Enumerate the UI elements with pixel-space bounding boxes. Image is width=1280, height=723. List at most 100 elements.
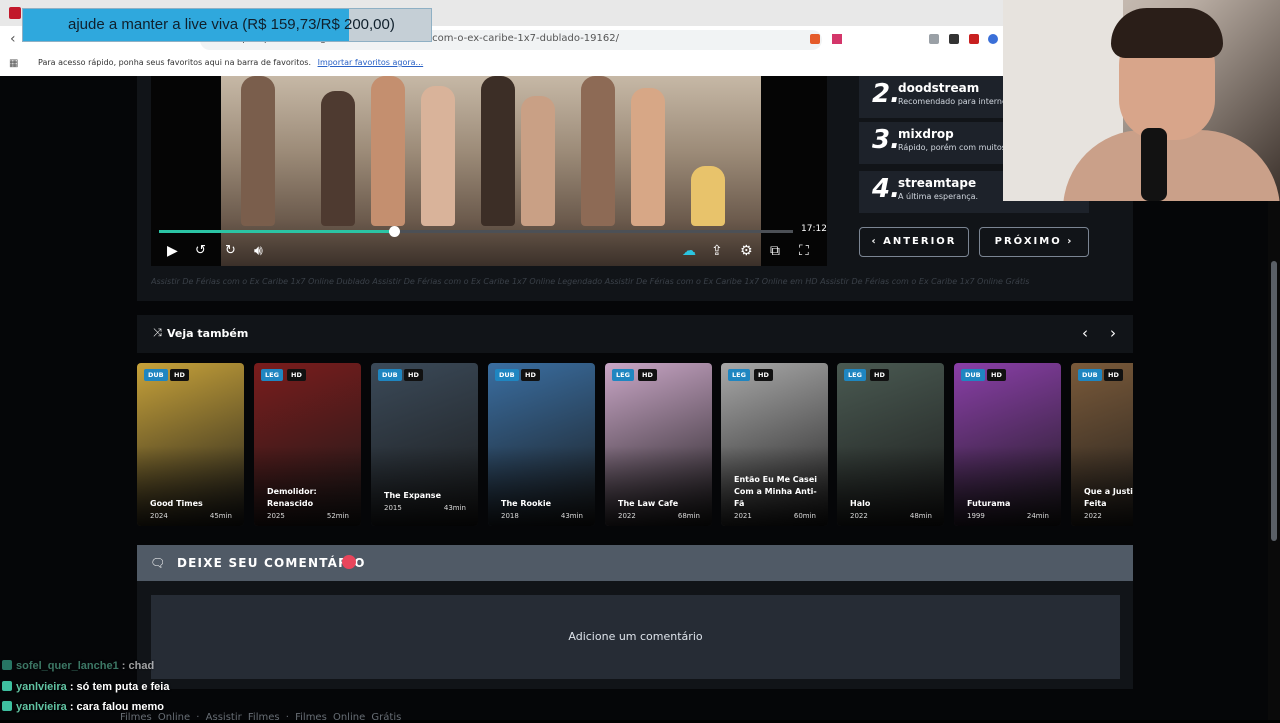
carousel-next-icon[interactable]: › <box>1110 324 1116 342</box>
card-year: 2022 <box>850 512 868 520</box>
previous-episode-button[interactable]: ‹ ANTERIOR <box>859 227 969 257</box>
brave-shield-icon[interactable] <box>810 34 820 44</box>
related-card[interactable]: DUB HD Que a Justiça Seja Feita 2022 <box>1071 363 1133 526</box>
video-figure <box>521 96 555 226</box>
volume-icon[interactable]: 🔊︎ <box>254 243 263 259</box>
chat-badge-icon <box>2 701 12 711</box>
chat-text: : chad <box>121 660 155 672</box>
share-icon[interactable]: ⇪ <box>711 243 723 259</box>
bookmark-hint: Para acesso rápido, ponha seus favoritos… <box>38 58 312 67</box>
fullscreen-icon[interactable]: ⛶ <box>799 243 809 259</box>
card-duration: 43min <box>560 512 583 520</box>
stream-chat-overlay: sofel_quer_lanche1 : chad yanlvieira : s… <box>2 660 302 720</box>
card-shade <box>371 446 478 526</box>
carousel-prev-icon[interactable]: ‹ <box>1082 324 1088 342</box>
lang-badge: LEG <box>261 369 283 381</box>
shuffle-icon: ⤨ <box>153 326 162 339</box>
comments-header: 🗨︎ DEIXE SEU COMENTÁRIO <box>137 545 1133 581</box>
related-card[interactable]: LEG HD Demolidor: Renascido 2025 52min <box>254 363 361 526</box>
quality-badge: HD <box>754 369 773 381</box>
card-duration: 48min <box>909 512 932 520</box>
card-title: Futurama <box>967 499 1011 508</box>
lang-badge: DUB <box>495 369 519 381</box>
previous-label: ANTERIOR <box>883 236 957 247</box>
chevron-left-icon: ‹ <box>871 236 884 247</box>
server-description: Recomendado para internet <box>898 97 1011 106</box>
microphone-icon <box>1141 128 1167 201</box>
video-figure <box>241 76 275 226</box>
profile-icon[interactable] <box>988 34 998 44</box>
kiss-emoji-icon <box>342 555 356 569</box>
related-card[interactable]: DUB HD Futurama 1999 24min <box>954 363 1061 526</box>
site-favicon-icon[interactable] <box>9 7 21 19</box>
back-icon[interactable]: ‹ <box>10 31 16 47</box>
webcam-person-hair <box>1111 8 1223 58</box>
related-card[interactable]: DUB HD Good Times 2024 45min <box>137 363 244 526</box>
quality-badge: HD <box>1104 369 1123 381</box>
lang-badge: LEG <box>844 369 866 381</box>
video-figure <box>481 76 515 226</box>
cloud-download-icon[interactable]: ☁ <box>682 243 696 259</box>
card-title: Então Eu Me Casei Com a Minha Anti-Fã <box>734 475 817 508</box>
card-year: 2022 <box>618 512 636 520</box>
chat-message: sofel_quer_lanche1 : chad <box>2 660 154 678</box>
related-card[interactable]: LEG HD Halo 2022 48min <box>837 363 944 526</box>
related-card[interactable]: LEG HD Então Eu Me Casei Com a Minha Ant… <box>721 363 828 526</box>
card-year: 1999 <box>967 512 985 520</box>
player-section: 17:12 ▶ ↺ ↻ 🔊︎ ☁ ⇪ ⚙ ⧉ ⛶ 2. doodstream R… <box>137 76 1133 301</box>
next-episode-button[interactable]: PRÓXIMO › <box>979 227 1089 257</box>
donation-goal-bar: ajude a manter a live viva (R$ 159,73/R$… <box>22 8 432 42</box>
quality-badge: HD <box>638 369 657 381</box>
video-progress-knob[interactable] <box>388 226 400 237</box>
apps-grid-icon[interactable]: ▦ <box>9 58 18 69</box>
picture-in-picture-icon[interactable]: ⧉ <box>770 243 780 259</box>
forward-10-icon[interactable]: ↻ <box>225 243 236 259</box>
video-frame <box>221 76 761 266</box>
next-label: PRÓXIMO <box>994 236 1062 247</box>
quality-badge: HD <box>404 369 423 381</box>
settings-icon[interactable]: ⚙ <box>740 243 753 259</box>
lang-badge: DUB <box>144 369 168 381</box>
quality-badge: HD <box>870 369 889 381</box>
video-player[interactable]: 17:12 ▶ ↺ ↻ 🔊︎ ☁ ⇪ ⚙ ⧉ ⛶ <box>151 76 827 266</box>
video-figure <box>371 76 405 226</box>
quality-badge: HD <box>521 369 540 381</box>
quality-badge: HD <box>170 369 189 381</box>
ublock-icon[interactable] <box>969 34 979 44</box>
video-figure <box>421 86 455 226</box>
extension-icon[interactable] <box>929 34 939 44</box>
comment-bubble-icon: 🗨︎ <box>150 556 166 570</box>
video-progress-bar[interactable] <box>159 226 793 237</box>
brave-rewards-icon[interactable] <box>832 34 842 44</box>
streamer-webcam <box>1003 0 1280 201</box>
card-duration: 24min <box>1026 512 1049 520</box>
video-figure <box>581 76 615 226</box>
card-duration: 43min <box>443 504 466 512</box>
related-card[interactable]: DUB HD The Rookie 2018 43min <box>488 363 595 526</box>
card-title: Good Times <box>150 499 203 508</box>
card-duration: 68min <box>677 512 700 520</box>
chat-message: yanlvieira : cara falou memo <box>2 701 164 719</box>
related-card[interactable]: DUB HD The Expanse 2015 43min <box>371 363 478 526</box>
scrollbar-thumb[interactable] <box>1271 261 1277 541</box>
quality-badge: HD <box>987 369 1006 381</box>
play-icon[interactable]: ▶ <box>167 243 178 259</box>
chat-username: yanlvieira <box>16 681 67 693</box>
chat-text: : cara falou memo <box>69 701 164 713</box>
lang-badge: DUB <box>378 369 402 381</box>
card-duration: 45min <box>209 512 232 520</box>
related-card[interactable]: LEG HD The Law Cafe 2022 68min <box>605 363 712 526</box>
rewind-10-icon[interactable]: ↺ <box>195 243 206 259</box>
chevron-right-icon: › <box>1061 236 1074 247</box>
chat-message: yanlvieira : só tem puta e feia <box>2 681 169 699</box>
import-bookmarks-link[interactable]: Importar favoritos agora... <box>318 58 424 67</box>
lang-badge: DUB <box>961 369 985 381</box>
chat-badge-icon <box>2 681 12 691</box>
extensions-puzzle-icon[interactable] <box>949 34 959 44</box>
chat-text: : só tem puta e feia <box>69 681 170 693</box>
page-scrollbar[interactable] <box>1268 201 1280 720</box>
related-carousel: DUB HD Good Times 2024 45min LEG HD Demo… <box>137 363 1133 526</box>
server-description: Rápido, porém com muitos <box>898 143 1006 152</box>
video-progress-fill <box>159 230 394 233</box>
related-title: Veja também <box>167 327 249 340</box>
